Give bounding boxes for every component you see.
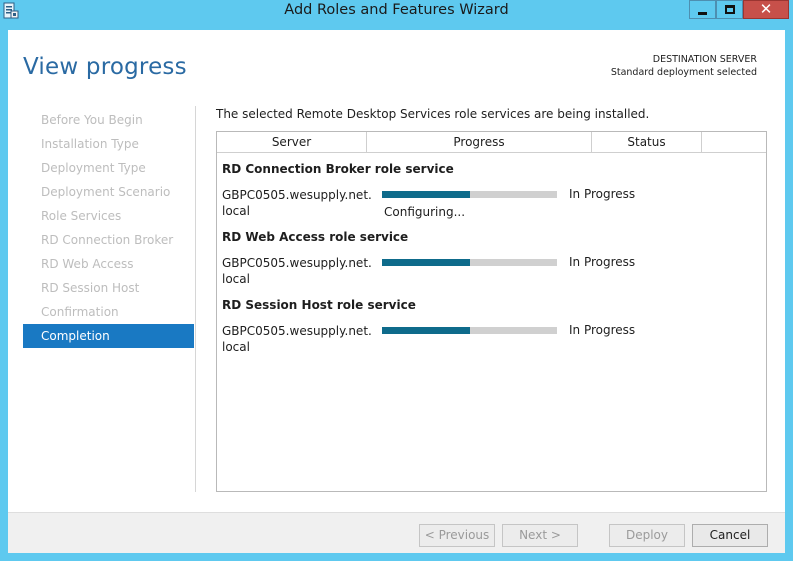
nav-item-deployment-type: Deployment Type [41,161,146,175]
close-icon: ✕ [759,0,773,18]
nav-item-installation-type: Installation Type [41,137,139,151]
minimize-icon [698,11,707,15]
destination-value: Standard deployment selected [610,67,757,78]
nav-item-confirmation: Confirmation [41,305,119,319]
group-title: RD Connection Broker role service [222,162,454,176]
server-name: GBPC0505.wesupply.net.local [222,256,372,286]
progress-bar [382,259,557,266]
status-text: In Progress [569,255,636,269]
nav-divider [195,106,196,492]
nav-item-completion[interactable]: Completion [23,324,194,348]
wizard-footer: < Previous Next > Deploy Cancel [8,512,785,553]
progress-grid: Server Progress Status RD Connection Bro… [216,131,767,492]
progress-bar [382,191,557,198]
status-text: In Progress [569,323,636,337]
progress-bar-fill [382,327,470,334]
deploy-button[interactable]: Deploy [609,524,685,547]
column-header-server[interactable]: Server [217,132,367,152]
wizard-window: Add Roles and Features Wizard ✕ View pro… [0,0,793,561]
grid-header: Server Progress Status [217,132,766,153]
title-bar[interactable]: Add Roles and Features Wizard ✕ [0,0,793,24]
status-text: In Progress [569,187,636,201]
progress-bar [382,327,557,334]
server-name: GBPC0505.wesupply.net.local [222,324,372,354]
nav-item-role-services: Role Services [41,209,122,223]
nav-item-before-you-begin: Before You Begin [41,113,143,127]
group-title: RD Web Access role service [222,230,409,244]
wizard-nav: Before You Begin Installation Type Deplo… [23,108,194,348]
nav-item-rd-web-access: RD Web Access [41,257,134,271]
intro-text: The selected Remote Desktop Services rol… [216,107,650,121]
cancel-button[interactable]: Cancel [692,524,768,547]
progress-bar-fill [382,259,470,266]
maximize-button[interactable] [716,0,743,19]
page-title: View progress [23,54,187,80]
maximize-icon [724,5,735,14]
destination-label: DESTINATION SERVER [652,54,757,65]
previous-button[interactable]: < Previous [419,524,495,547]
destination-server-info: DESTINATION SERVER Standard deployment s… [611,53,757,79]
progress-bar-fill [382,191,470,198]
nav-item-deployment-scenario: Deployment Scenario [41,185,171,199]
window-title: Add Roles and Features Wizard [284,2,509,18]
wizard-client-area: View progress DESTINATION SERVER Standar… [8,30,785,553]
nav-item-rd-session-host: RD Session Host [41,281,140,295]
nav-item-rd-connection-broker: RD Connection Broker [41,233,174,247]
group-title: RD Session Host role service [222,298,416,312]
close-button[interactable]: ✕ [743,0,789,19]
progress-detail: Configuring... [384,205,466,219]
next-button[interactable]: Next > [502,524,578,547]
server-name: GBPC0505.wesupply.net.local [222,188,372,218]
column-header-progress[interactable]: Progress [367,132,592,152]
column-header-status[interactable]: Status [592,132,702,152]
minimize-button[interactable] [689,0,716,19]
column-header-empty [702,132,766,152]
